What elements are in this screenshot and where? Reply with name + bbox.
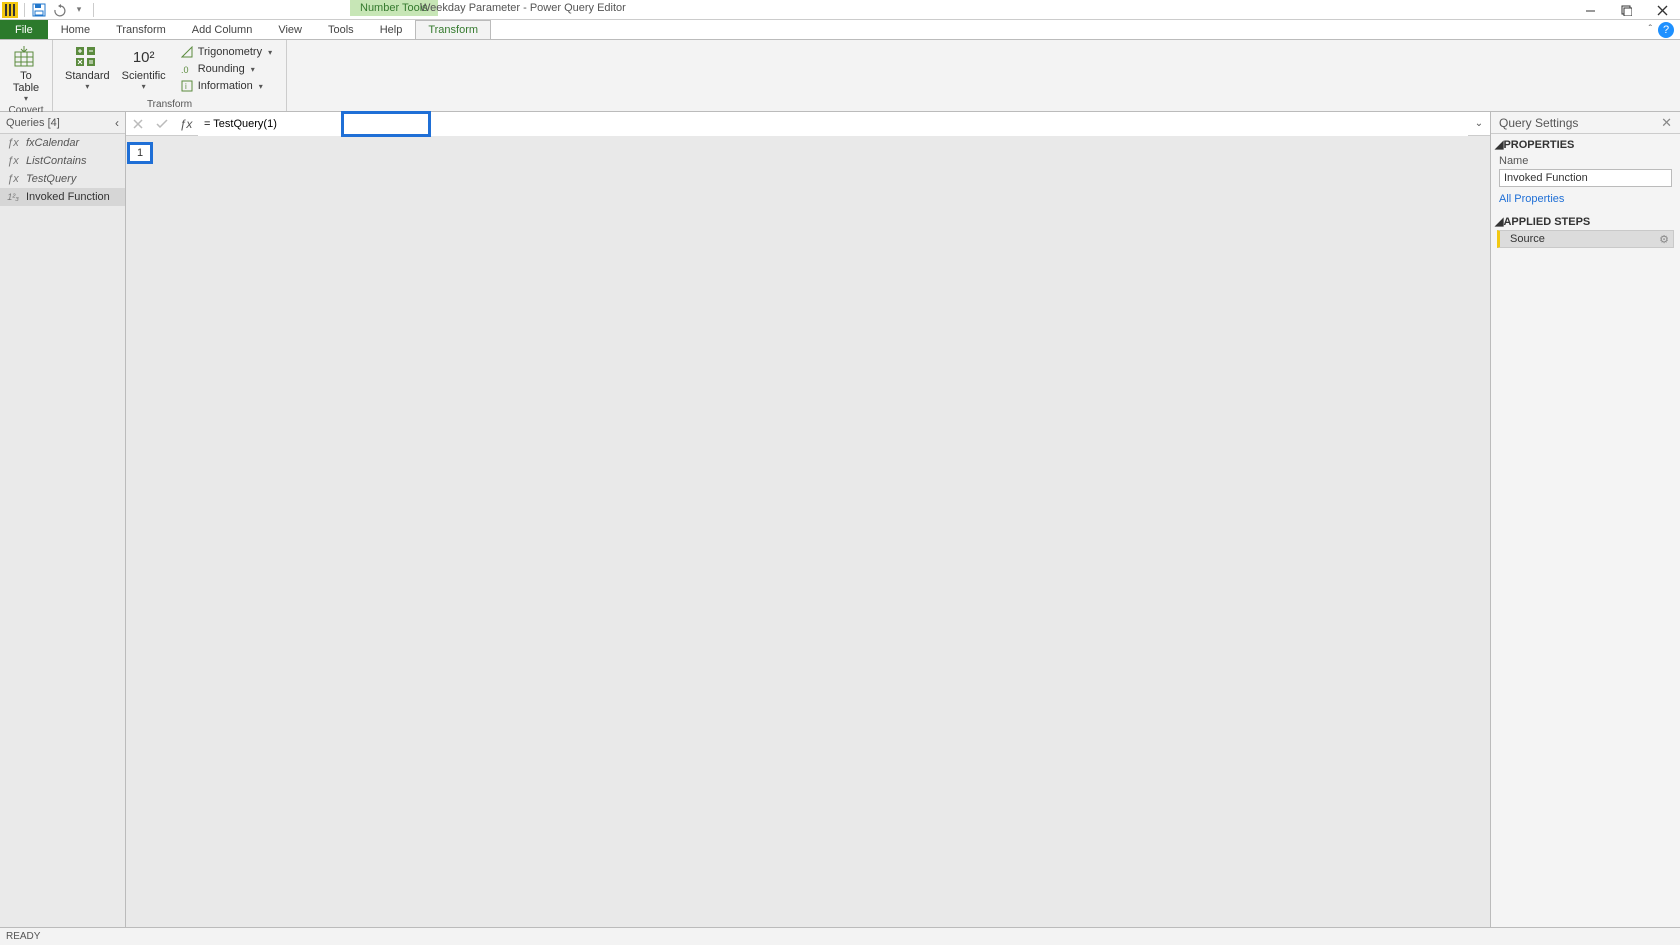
tab-help[interactable]: Help [367, 20, 416, 39]
ribbon-tabs: File Home Transform Add Column View Tool… [0, 20, 1680, 40]
applied-step-label: Source [1510, 233, 1545, 245]
result-value-cell[interactable]: 1 [127, 142, 153, 164]
minimize-button[interactable] [1572, 0, 1608, 20]
query-settings-close-icon[interactable]: ✕ [1661, 115, 1672, 131]
rounding-button[interactable]: .0 Rounding▾ [176, 61, 276, 77]
information-button[interactable]: i Information▾ [176, 78, 276, 94]
queries-header: Queries [4] [6, 117, 60, 129]
applied-steps-label: APPLIED STEPS [1503, 216, 1590, 228]
editor-center: ƒx ⌄ 1 [126, 112, 1490, 927]
all-properties-link[interactable]: All Properties [1491, 191, 1680, 211]
qat-customize-icon[interactable]: ▾ [71, 2, 87, 18]
tab-file[interactable]: File [0, 20, 48, 39]
queries-panel: Queries [4] ‹ ƒx fxCalendar ƒx ListContains… [0, 112, 126, 927]
properties-label: PROPERTIES [1503, 139, 1574, 151]
information-icon: i [180, 79, 194, 93]
svg-text:i: i [185, 82, 187, 91]
tab-add-column[interactable]: Add Column [179, 20, 266, 39]
to-table-label: To Table [13, 70, 39, 94]
tab-context-transform[interactable]: Transform [415, 20, 491, 39]
formula-cancel-button[interactable] [126, 112, 150, 136]
tab-view[interactable]: View [265, 20, 315, 39]
svg-text:.0: .0 [181, 65, 189, 75]
tab-home[interactable]: Home [48, 20, 103, 39]
query-item[interactable]: ƒx ListContains [0, 152, 125, 170]
standard-icon [74, 44, 100, 70]
name-field-label: Name [1491, 153, 1680, 169]
gear-icon[interactable]: ⚙ [1659, 233, 1669, 246]
main-body: Queries [4] ‹ ƒx fxCalendar ƒx ListContains… [0, 112, 1680, 927]
query-item[interactable]: ƒx fxCalendar [0, 134, 125, 152]
ribbon-group-transform: Standard ▾ 10² Scientific ▾ Trigonometry… [53, 40, 287, 111]
query-item[interactable]: ƒx TestQuery [0, 170, 125, 188]
ribbon-group-convert: To Table ▾ Convert [0, 40, 53, 111]
properties-section-header[interactable]: ◢ PROPERTIES [1491, 134, 1680, 153]
query-item-label: Invoked Function [26, 191, 110, 203]
query-item[interactable]: 1²₃ Invoked Function [0, 188, 125, 206]
standard-button[interactable]: Standard ▾ [59, 42, 116, 99]
queries-list: ƒx fxCalendar ƒx ListContains ƒx TestQuery 1²₃… [0, 134, 125, 927]
title-bar: ▾ Number Tools Weekday Parameter - Power… [0, 0, 1680, 20]
chevron-down-icon: ◢ [1495, 215, 1503, 228]
undo-icon[interactable] [51, 2, 67, 18]
chevron-down-icon: ◢ [1495, 138, 1503, 151]
to-table-icon [13, 44, 39, 70]
query-settings-panel: Query Settings ✕ ◢ PROPERTIES Name All P… [1490, 112, 1680, 927]
close-button[interactable] [1644, 0, 1680, 20]
fx-icon: ƒx [6, 173, 20, 185]
fx-icon[interactable]: ƒx [174, 117, 198, 131]
scientific-button[interactable]: 10² Scientific ▾ [116, 42, 172, 99]
formula-accept-button[interactable] [150, 112, 174, 136]
save-icon[interactable] [31, 2, 47, 18]
formula-bar: ƒx ⌄ [126, 112, 1490, 136]
formula-input[interactable] [198, 112, 1468, 136]
status-bar: READY [0, 927, 1680, 945]
standard-label: Standard [65, 70, 110, 82]
trigonometry-button[interactable]: Trigonometry▾ [176, 44, 276, 60]
rounding-label: Rounding [198, 63, 245, 75]
to-table-button[interactable]: To Table ▾ [6, 42, 46, 105]
applied-steps-section-header[interactable]: ◢ APPLIED STEPS [1491, 211, 1680, 230]
ribbon: To Table ▾ Convert Standard ▾ 10² Scient… [0, 40, 1680, 112]
applied-steps-list: Source ⚙ [1491, 230, 1680, 248]
query-item-label: TestQuery [26, 173, 76, 185]
window-title: Weekday Parameter - Power Query Editor [420, 2, 626, 14]
query-name-input[interactable] [1499, 169, 1672, 187]
scientific-icon: 10² [131, 44, 157, 70]
trigonometry-label: Trigonometry [198, 46, 262, 58]
trigonometry-icon [180, 45, 194, 59]
query-item-label: fxCalendar [26, 137, 79, 149]
help-icon[interactable]: ? [1658, 22, 1674, 38]
maximize-button[interactable] [1608, 0, 1644, 20]
ribbon-collapse-icon[interactable]: ˆ [1649, 24, 1652, 35]
rounding-icon: .0 [180, 62, 194, 76]
fx-icon: ƒx [6, 137, 20, 149]
queries-collapse-icon[interactable]: ‹ [115, 116, 119, 130]
formula-expand-icon[interactable]: ⌄ [1468, 118, 1490, 129]
app-logo-icon [2, 2, 18, 18]
number-type-icon: 1²₃ [6, 192, 20, 202]
tab-tools[interactable]: Tools [315, 20, 367, 39]
scientific-label: Scientific [122, 70, 166, 82]
query-item-label: ListContains [26, 155, 87, 167]
ribbon-group-transform-label: Transform [59, 99, 280, 111]
tab-transform[interactable]: Transform [103, 20, 179, 39]
information-label: Information [198, 80, 253, 92]
query-settings-header: Query Settings [1499, 116, 1578, 130]
fx-icon: ƒx [6, 155, 20, 167]
status-text: READY [6, 931, 40, 942]
applied-step[interactable]: Source ⚙ [1497, 230, 1674, 248]
